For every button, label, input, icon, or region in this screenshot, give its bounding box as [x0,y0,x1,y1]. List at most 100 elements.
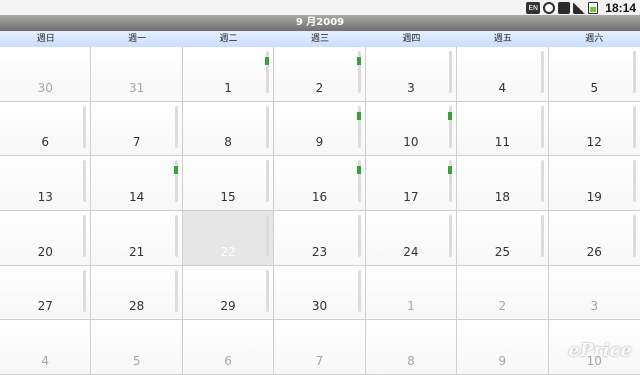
day-number: 17 [403,190,419,204]
status-time: 18:14 [605,0,636,15]
day-number: 24 [403,244,419,259]
calendar-day-cell[interactable]: 19 [548,156,640,211]
day-number: 12 [586,135,602,150]
day-number: 20 [37,244,53,259]
calendar-day-cell[interactable]: 20 [0,211,92,266]
calendar-day-cell[interactable]: 1 [365,265,458,321]
calendar-day-cell[interactable]: 30 [274,265,366,321]
calendar-day-cell[interactable]: 10 [365,101,458,157]
battery-icon [588,1,599,14]
calendar-day-cell[interactable]: 7 [91,101,183,157]
calendar-day-cell[interactable]: 2 [274,47,366,102]
weekday-header: 週日 週一 週二 週三 週四 週五 週六 [0,31,640,48]
day-number: 10 [403,135,419,150]
sd-card-icon [558,1,571,14]
day-number: 26 [586,244,602,259]
calendar-day-cell[interactable]: 6 [182,320,275,375]
day-number: 7 [315,354,324,368]
calendar-day-cell[interactable]: 25 [457,211,549,266]
event-indicator [356,57,361,65]
calendar-day-cell[interactable]: 6 [0,101,92,157]
calendar-day-cell[interactable]: 11 [457,101,549,157]
calendar-day-cell[interactable]: 31 [91,47,183,102]
day-number: 31 [128,80,145,95]
day-number: 18 [494,190,510,204]
calendar-day-cell[interactable]: 23 [274,211,366,266]
calendar-day-cell[interactable]: 21 [91,211,183,266]
day-number: 1 [224,80,232,95]
calendar-day-cell[interactable]: 4 [0,320,92,375]
day-number: 3 [590,299,599,314]
day-number: 6 [224,354,232,368]
calendar-day-cell[interactable]: 9 [457,320,549,375]
calendar-day-cell[interactable]: 7 [274,320,366,375]
day-number: 30 [37,80,53,95]
calendar-day-cell[interactable]: 28 [91,265,183,321]
day-number: 9 [498,354,507,368]
day-number: 7 [132,135,141,150]
event-indicator [356,111,361,120]
event-indicator [173,166,178,175]
event-indicator [356,166,361,175]
weekday-sun: 週日 [36,34,55,44]
day-number: 3 [407,80,415,95]
weekday-mon: 週一 [128,34,147,44]
calendar-day-cell[interactable]: 27 [0,265,92,321]
day-number: 28 [128,299,145,314]
event-indicator [448,111,453,120]
calendar-day-cell[interactable]: 22 [182,211,275,266]
day-number: 8 [407,354,415,368]
day-number: 23 [311,244,328,259]
calendar-day-cell[interactable]: 30 [0,47,92,102]
calendar-day-cell[interactable]: 17 [365,156,458,211]
calendar-day-cell[interactable]: 12 [548,101,640,157]
weekday-wed: 週三 [310,34,329,44]
day-number: 22 [220,244,236,259]
day-number: 21 [128,244,145,259]
event-indicator [265,57,270,65]
day-number: 19 [586,190,602,204]
calendar-day-cell[interactable]: 29 [182,265,275,321]
day-number: 27 [37,299,53,314]
day-number: 5 [590,80,599,95]
calendar-day-cell[interactable]: 5 [548,47,640,102]
calendar-day-cell[interactable]: 1 [182,47,275,102]
day-number: 4 [498,80,507,95]
day-number: 9 [315,135,324,150]
calendar-day-cell[interactable]: 4 [457,47,549,102]
day-number: 13 [37,190,53,204]
calendar-day-cell[interactable]: 15 [182,156,275,211]
calendar-day-cell[interactable]: 13 [0,156,92,211]
day-number: 5 [132,354,141,368]
signal-icon [573,1,586,14]
day-number: 15 [220,190,236,204]
calendar-day-cell[interactable]: 16 [274,156,366,211]
month-title: 9 月2009 [0,15,640,31]
day-number: 11 [494,135,510,150]
day-number: 2 [315,80,324,95]
calendar-day-cell[interactable]: 18 [457,156,549,211]
status-icons: EN 18:14 [526,0,636,15]
weekday-fri: 週五 [493,34,512,44]
calendar-day-cell[interactable]: 8 [365,320,458,375]
day-number: 4 [41,354,50,368]
language-indicator-icon: EN [526,1,541,14]
day-number: 30 [311,299,328,314]
calendar-day-cell[interactable]: 14 [91,156,183,211]
day-number: 2 [498,299,507,314]
calendar-grid: 30 31 1 2 3 4 5 6 7 8 9 10 11 12 13 14 15 16 17 18 19 20 21 22 2… [0,47,640,375]
calendar-day-cell[interactable]: 8 [182,101,275,157]
calendar-day-cell[interactable]: 3 [365,47,458,102]
calendar-day-cell[interactable]: 24 [365,211,458,266]
calendar-day-cell[interactable]: 2 [457,265,549,321]
status-bar: EN 18:14 [0,0,640,15]
calendar-day-cell[interactable]: 5 [91,320,183,375]
calendar-day-cell[interactable]: 26 [548,211,640,266]
weekday-thu: 週四 [402,34,421,44]
eprice-watermark: ePrice [568,340,632,361]
event-indicator [448,166,453,175]
calendar-day-cell[interactable]: 3 [548,265,640,321]
day-number: 1 [407,299,415,314]
calendar-day-cell[interactable]: 9 [274,101,366,157]
day-number: 29 [220,299,236,314]
